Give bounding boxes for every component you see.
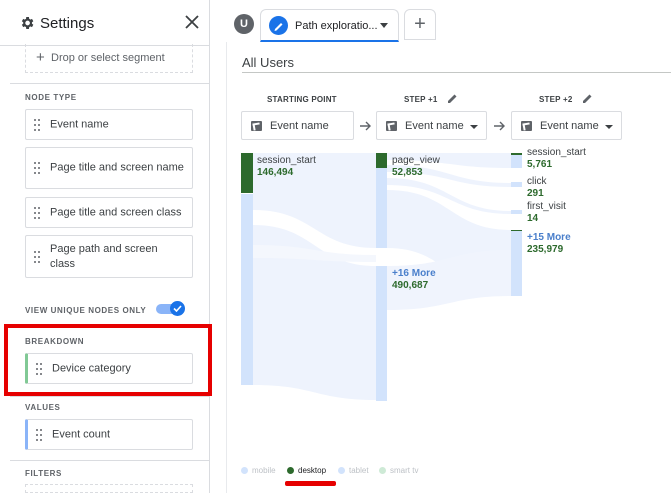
bar-start-mobile [241,194,253,385]
node-label[interactable]: session_start [527,147,586,159]
bar-page-view-desktop [376,153,387,168]
legend-dot-mobile [241,467,248,474]
bar-step2-more-desktop [511,230,522,231]
node-more-label[interactable]: +16 More [392,268,436,280]
node-value: 14 [527,213,539,224]
node-value: 235,979 [527,244,564,255]
bar-session-start-mobile [511,155,522,168]
node-label[interactable]: first_visit [527,201,566,213]
legend-mobile[interactable]: mobile [252,466,276,475]
node-value: 490,687 [392,280,429,291]
bar-start-desktop [241,153,253,193]
legend-dot-smart-tv [379,467,386,474]
bar-more-mobile [376,266,387,401]
desktop-highlight-underline [285,481,336,486]
bar-session-start-desktop [511,153,522,155]
legend-desktop[interactable]: desktop [298,466,326,475]
bar-first-visit [511,210,522,214]
node-value: 52,853 [392,167,423,178]
node-more-label[interactable]: +15 More [527,232,571,244]
node-value: 146,494 [257,167,294,178]
bar-page-view-mobile [376,168,387,248]
legend-smart-tv[interactable]: smart tv [390,466,418,475]
node-label[interactable]: session_start [257,155,316,167]
node-label[interactable]: click [527,176,546,188]
node-label[interactable]: page_view [392,155,440,167]
legend-tablet[interactable]: tablet [349,466,369,475]
legend-dot-desktop [287,467,294,474]
legend-dot-tablet [338,467,345,474]
path-sankey [241,153,522,401]
bar-click [511,182,522,187]
bar-step2-more-mobile [511,231,522,296]
node-value: 291 [527,188,544,199]
node-value: 5,761 [527,159,553,170]
